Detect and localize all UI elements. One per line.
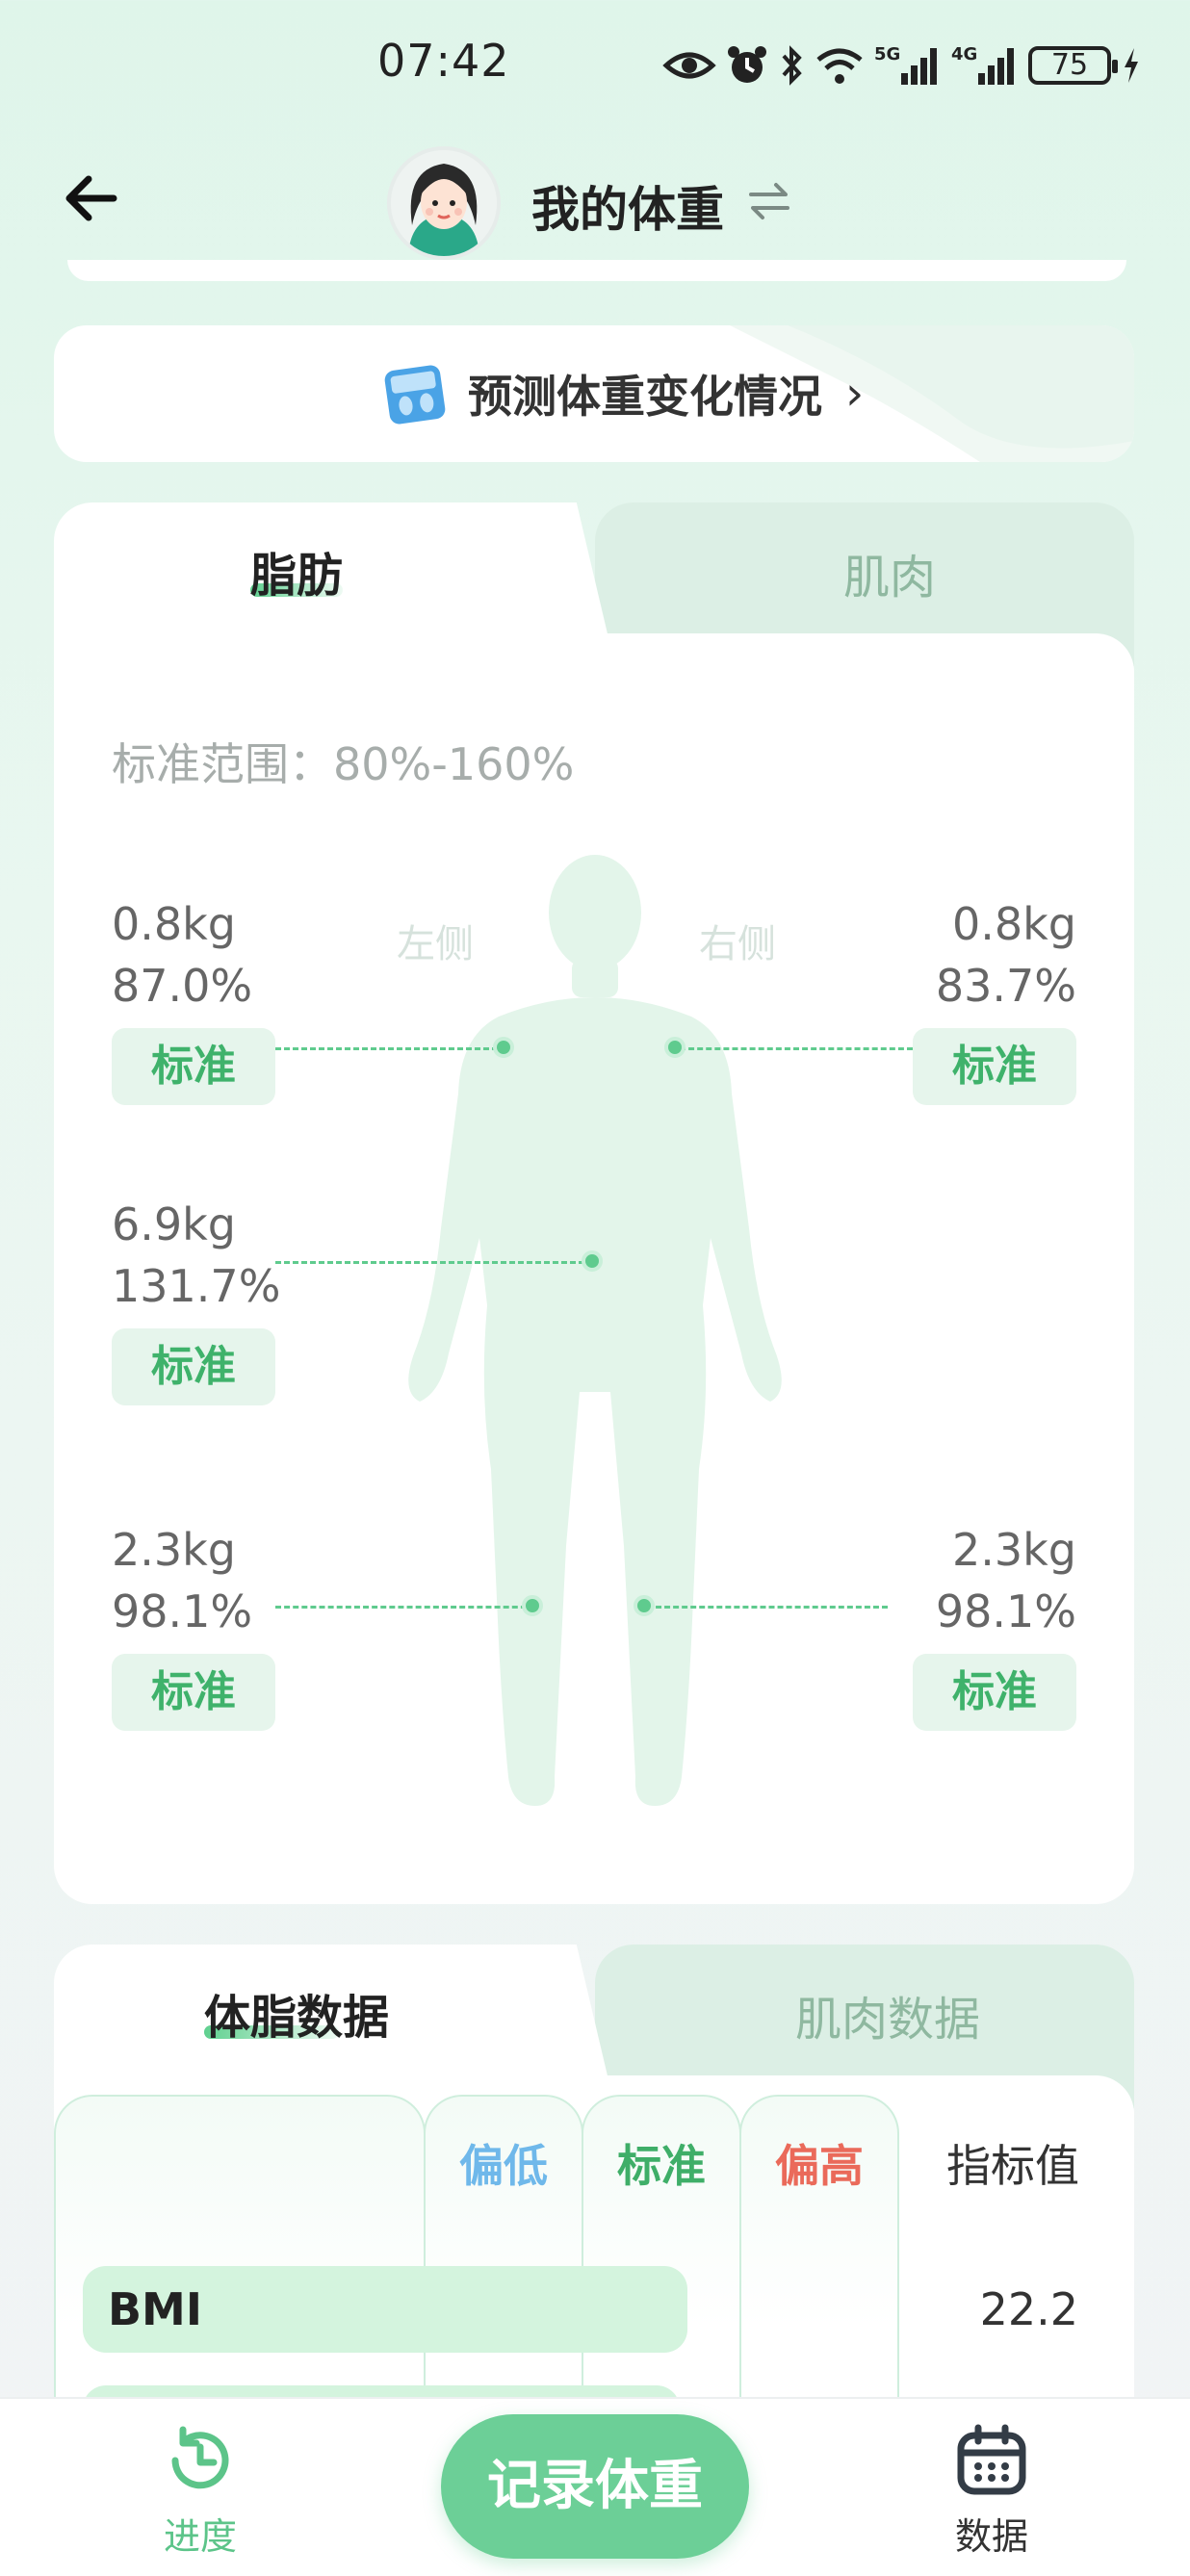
trunk-weight: 6.9kg [112,1198,236,1250]
column-header-value: 指标值 [946,2140,1079,2192]
alarm-icon [726,44,768,87]
trunk-measure: 6.9kg 131.7% [112,1194,280,1317]
bluetooth-icon [778,44,805,87]
right-arm-weight: 0.8kg [952,898,1076,950]
eye-icon [662,44,716,87]
left-arm-connector [275,1047,506,1050]
signal-4g-icon: 4G [951,44,1019,87]
predict-weight-banner[interactable]: 预测体重变化情况 › [54,325,1134,462]
nav-data[interactable]: 数据 [915,2422,1069,2560]
nav-progress[interactable]: 进度 [123,2422,277,2560]
column-header-high: 偏高 [775,2140,864,2192]
left-arm-status-badge: 标准 [112,1028,275,1105]
side-label-right: 右侧 [699,922,776,966]
status-time: 07:42 [377,35,510,87]
card-edge [67,260,1126,281]
right-leg-status-badge: 标准 [913,1654,1076,1731]
avatar[interactable] [387,146,501,260]
nav-data-label: 数据 [954,2515,1028,2558]
svg-text:4G: 4G [951,44,977,64]
body-silhouette [408,855,782,1806]
left-leg-weight: 2.3kg [112,1524,236,1576]
right-arm-measure: 0.8kg 83.7% [936,893,1076,1017]
back-button[interactable] [58,164,127,233]
left-leg-status-badge: 标准 [112,1654,275,1731]
standard-range: 标准范围：80%-160% [112,738,575,790]
switch-user-icon[interactable] [747,179,791,223]
right-arm-point [664,1037,686,1058]
calendar-icon [957,2424,1026,2495]
column-header-standard: 标准 [617,2140,706,2192]
left-arm-point [493,1037,514,1058]
right-leg-weight: 2.3kg [952,1524,1076,1576]
right-leg-point [634,1595,655,1616]
signal-5g-icon: 5G [874,44,942,87]
right-arm-percent: 83.7% [935,960,1076,1012]
bmi-value: 22.2 [979,2283,1078,2335]
right-leg-percent: 98.1% [935,1585,1076,1637]
left-leg-point [522,1595,543,1616]
left-leg-connector [275,1606,535,1609]
tab-muscle-label[interactable]: 肌肉 [843,539,936,606]
status-icons: 5G 4G 75 [662,39,1142,92]
left-leg-measure: 2.3kg 98.1% [112,1519,252,1642]
left-arm-weight: 0.8kg [112,898,236,950]
nav-progress-label: 进度 [163,2515,237,2558]
history-clock-icon [171,2426,229,2489]
tab-fat-label: 脂肪 [250,549,344,603]
bottom-navigation: 进度 记录体重 数据 [0,2397,1190,2576]
svg-text:5G: 5G [874,44,900,64]
left-arm-percent: 87.0% [112,960,253,1012]
predict-label: 预测体重变化情况 [468,371,822,423]
body-composition-card: 脂肪 肌肉 标准范围：80%-160% 左侧 右侧 0.8kg 87.0% 标准… [54,502,1134,1904]
battery-icon: 75 [1028,46,1118,85]
record-weight-button[interactable]: 记录体重 [441,2414,749,2559]
right-arm-status-badge: 标准 [913,1028,1076,1105]
arrow-left-icon [65,175,117,221]
left-arm-measure: 0.8kg 87.0% [112,893,252,1017]
page-title: 我的体重 [531,182,724,238]
avatar-woman-icon [391,150,497,256]
trunk-percent: 131.7% [112,1260,281,1312]
wifi-icon [815,44,865,87]
trunk-point [582,1250,603,1272]
charging-icon [1121,44,1142,87]
scale-icon [384,365,446,425]
right-arm-connector [680,1047,913,1050]
left-leg-percent: 98.1% [112,1585,253,1637]
predict-content: 预测体重变化情况 › [381,360,864,427]
header: 我的体重 [0,135,1190,281]
side-label-left: 左侧 [397,922,474,966]
tab-body-fat-data-label: 体脂数据 [204,1991,390,2045]
right-leg-measure: 2.3kg 98.1% [936,1519,1076,1642]
trunk-status-badge: 标准 [112,1328,275,1405]
column-header-low: 偏低 [459,2140,548,2192]
tab-muscle-data-label[interactable]: 肌肉数据 [795,1981,980,2048]
chevron-right-icon: › [845,367,865,421]
bmi-label: BMI [108,2283,202,2335]
right-leg-connector [647,1606,888,1609]
trunk-connector [275,1261,593,1264]
status-bar: 07:42 5G 4G 75 [0,0,1190,135]
